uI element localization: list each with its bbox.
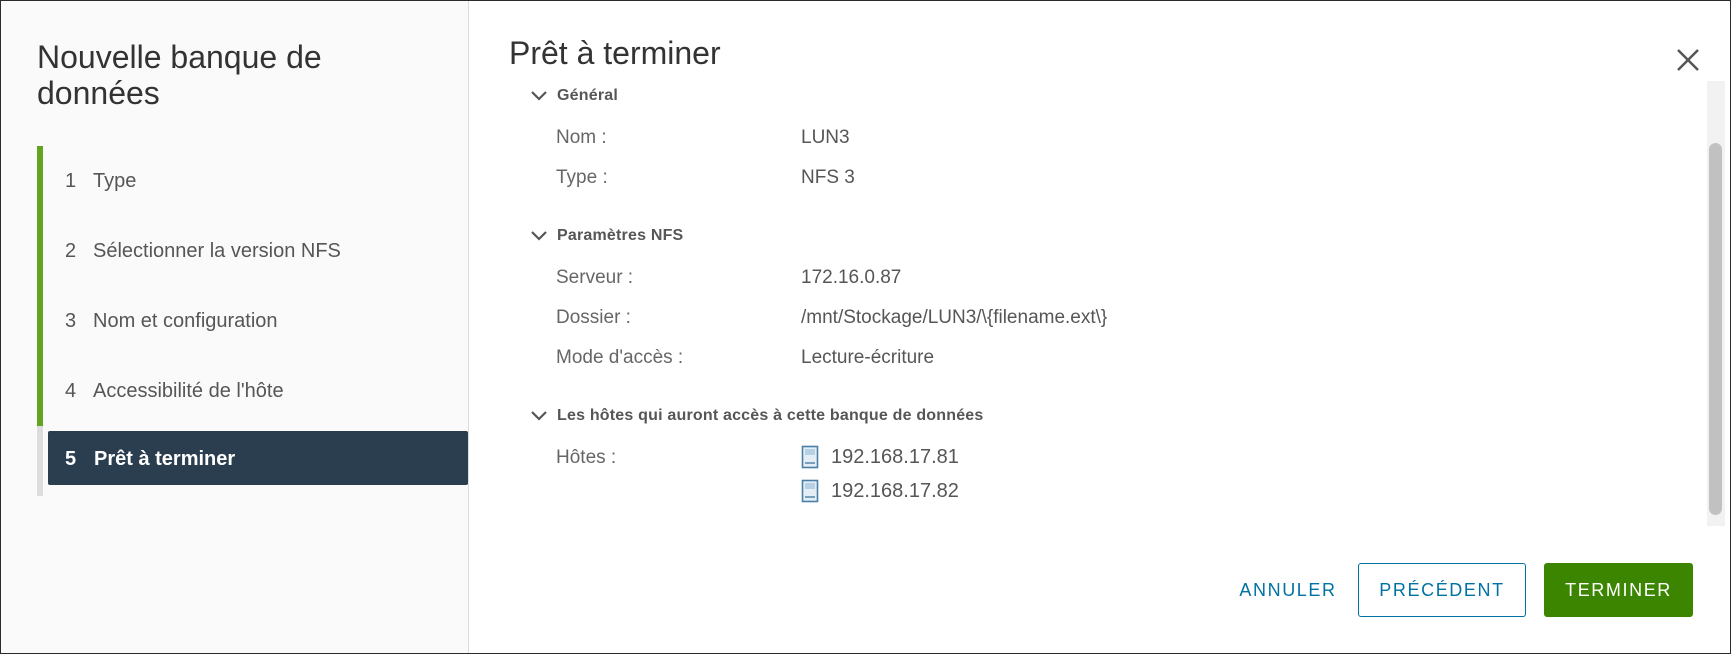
wizard-dialog: Nouvelle banque de données 1 Type 2 Séle… bbox=[0, 0, 1731, 654]
step-progress-bar bbox=[37, 426, 43, 496]
wizard-steps: 1 Type 2 Sélectionner la version NFS 3 N… bbox=[37, 146, 468, 496]
step-number: 4 bbox=[65, 379, 77, 402]
step-progress-bar bbox=[37, 356, 43, 426]
summary-content: Général Nom : LUN3 Type : NFS 3 Paramètr… bbox=[521, 81, 1701, 526]
page-title: Prêt à terminer bbox=[509, 35, 721, 71]
section-heading: Général bbox=[557, 87, 618, 104]
server-value: 172.16.0.87 bbox=[801, 267, 902, 288]
previous-button[interactable]: PRÉCÉDENT bbox=[1358, 563, 1526, 617]
chevron-down-icon bbox=[531, 91, 547, 101]
step-number: 1 bbox=[65, 169, 77, 192]
chevron-down-icon bbox=[531, 231, 547, 241]
access-mode-label: Mode d'accès : bbox=[556, 347, 684, 368]
step-label: Type bbox=[93, 169, 137, 192]
finish-button[interactable]: TERMINER bbox=[1544, 563, 1693, 617]
name-label: Nom : bbox=[556, 127, 607, 148]
step-name-config[interactable]: 3 Nom et configuration bbox=[37, 286, 467, 356]
access-mode-value: Lecture-écriture bbox=[801, 347, 935, 368]
step-type[interactable]: 1 Type bbox=[37, 146, 467, 216]
step-label: Nom et configuration bbox=[93, 309, 278, 332]
type-value: NFS 3 bbox=[801, 167, 855, 188]
step-label: Sélectionner la version NFS bbox=[93, 239, 341, 262]
chevron-down-icon bbox=[531, 411, 547, 421]
step-label: Accessibilité de l'hôte bbox=[93, 379, 284, 402]
host-server-icon bbox=[801, 445, 819, 469]
folder-value: /mnt/Stockage/LUN3/\{filename.ext\} bbox=[801, 307, 1108, 328]
section-heading: Les hôtes qui auront accès à cette banqu… bbox=[557, 407, 984, 424]
step-nfs-version[interactable]: 2 Sélectionner la version NFS bbox=[37, 216, 467, 286]
server-label: Serveur : bbox=[556, 267, 634, 288]
folder-label: Dossier : bbox=[556, 307, 631, 328]
content-scrollbar[interactable] bbox=[1707, 81, 1725, 526]
step-progress-bar bbox=[37, 286, 43, 356]
step-number: 5 bbox=[65, 448, 77, 470]
section-nfs-toggle[interactable]: Paramètres NFS bbox=[529, 227, 683, 245]
step-number: 2 bbox=[65, 239, 77, 262]
hosts-label: Hôtes : bbox=[556, 447, 617, 468]
close-icon[interactable] bbox=[1671, 43, 1705, 77]
step-progress-bar bbox=[37, 216, 43, 286]
wizard-sidebar: Nouvelle banque de données 1 Type 2 Séle… bbox=[1, 1, 469, 653]
host-server-icon bbox=[801, 479, 819, 503]
step-host-accessibility[interactable]: 4 Accessibilité de l'hôte bbox=[37, 356, 467, 426]
step-number: 3 bbox=[65, 309, 77, 332]
section-heading: Paramètres NFS bbox=[557, 227, 684, 244]
type-label: Type : bbox=[556, 167, 608, 188]
step-progress-bar bbox=[37, 146, 43, 216]
host-address: 192.168.17.82 bbox=[831, 479, 959, 502]
scrollbar-thumb[interactable] bbox=[1709, 143, 1722, 515]
name-value: LUN3 bbox=[801, 127, 850, 148]
host-item: 192.168.17.82 bbox=[801, 479, 959, 503]
host-item: 192.168.17.81 bbox=[801, 445, 959, 469]
step-label: Prêt à terminer bbox=[94, 448, 236, 470]
section-hosts-toggle[interactable]: Les hôtes qui auront accès à cette banqu… bbox=[529, 407, 984, 425]
section-general-toggle[interactable]: Général bbox=[529, 87, 618, 105]
host-address: 192.168.17.81 bbox=[831, 445, 959, 468]
wizard-title: Nouvelle banque de données bbox=[37, 39, 322, 111]
cancel-button[interactable]: ANNULER bbox=[1223, 563, 1353, 617]
step-ready-to-complete[interactable]: 5 Prêt à terminer bbox=[37, 426, 468, 496]
